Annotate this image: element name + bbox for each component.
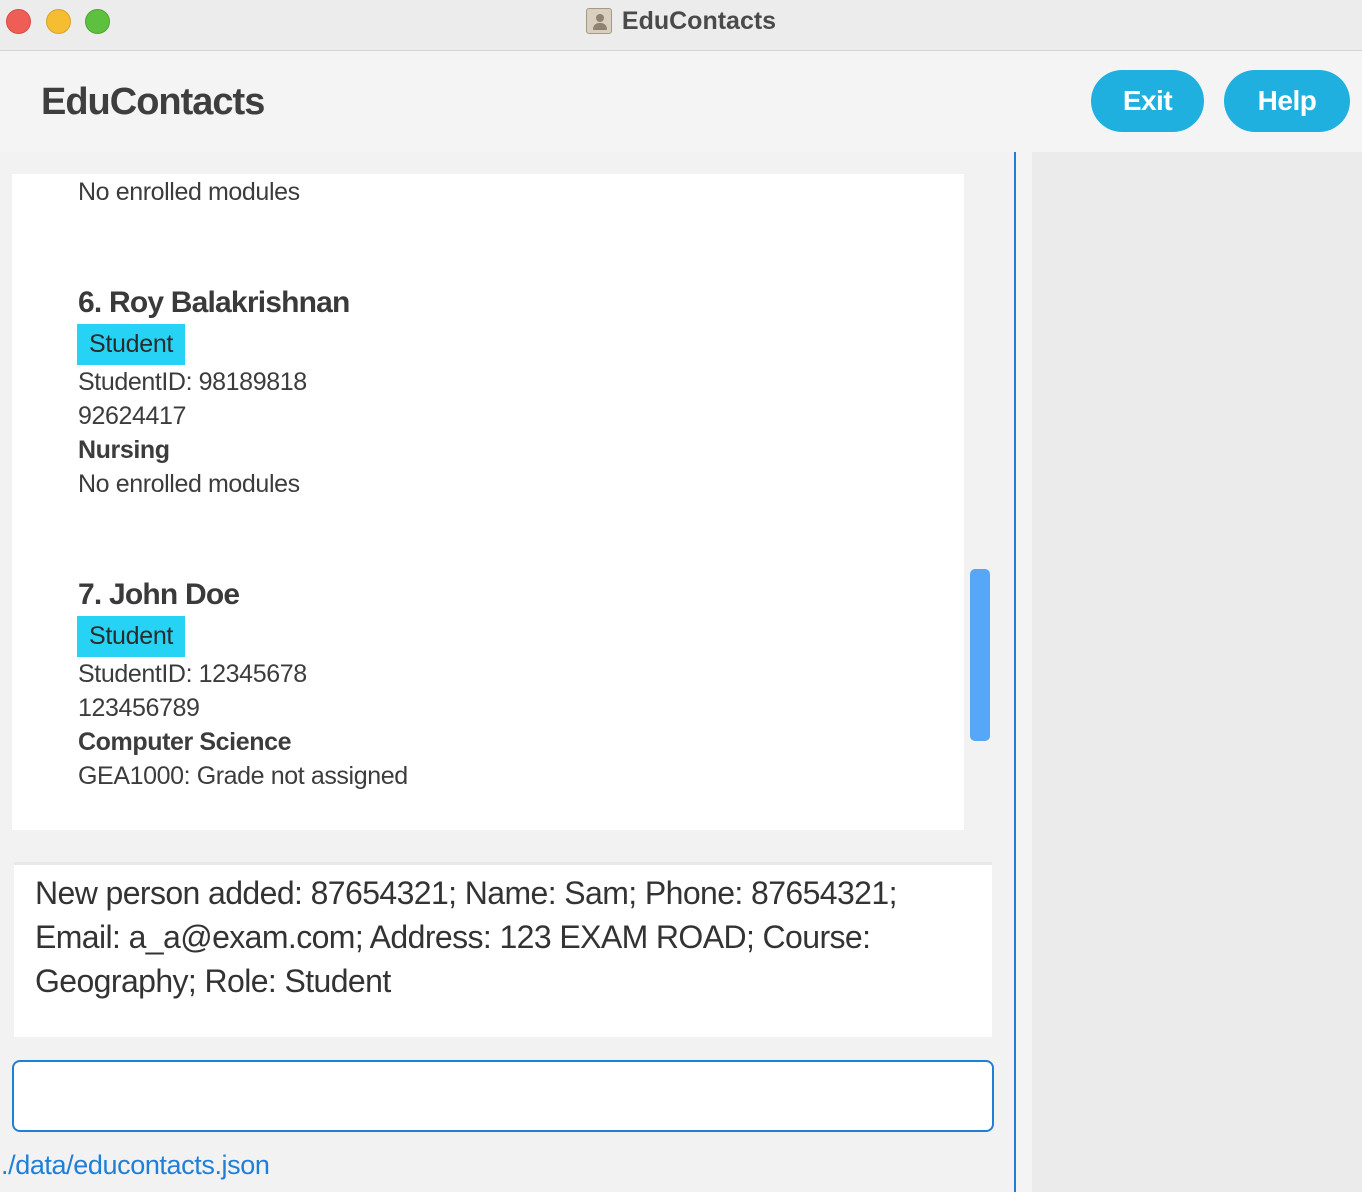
role-tag: Student xyxy=(77,324,186,365)
person-modules: No enrolled modules xyxy=(78,470,300,498)
result-display: New person added: 87654321; Name: Sam; P… xyxy=(14,862,992,1037)
window-title-area: EduContacts xyxy=(0,0,1362,42)
title-bar: EduContacts xyxy=(0,0,1362,51)
app-title: EduContacts xyxy=(41,81,265,123)
right-panel xyxy=(1016,152,1362,1192)
person-list-scrollbar[interactable] xyxy=(970,569,990,741)
person-phone: 123456789 xyxy=(78,694,200,722)
status-bar-file-path: ./data/educontacts.json xyxy=(1,1150,270,1180)
person-course: Computer Science xyxy=(78,728,292,756)
window-title: EduContacts xyxy=(621,6,777,35)
person-list[interactable]: No enrolled modules 6. Roy Balakrishnan … xyxy=(12,174,964,830)
role-tag: Student xyxy=(77,616,186,657)
person-student-id: StudentID: 12345678 xyxy=(78,660,307,688)
person-modules: No enrolled modules xyxy=(78,178,300,206)
person-phone: 92624417 xyxy=(78,402,187,430)
command-input[interactable] xyxy=(12,1060,994,1132)
result-message: New person added: 87654321; Name: Sam; P… xyxy=(35,875,897,999)
main-panel: No enrolled modules 6. Roy Balakrishnan … xyxy=(0,152,1014,1192)
person-name: 6. Roy Balakrishnan xyxy=(78,286,350,319)
exit-button[interactable]: Exit xyxy=(1091,70,1204,132)
app-header: EduContacts Exit Help xyxy=(0,51,1362,152)
contacts-book-icon xyxy=(585,8,612,34)
person-modules: GEA1000: Grade not assigned xyxy=(78,762,408,790)
person-name: 7. John Doe xyxy=(78,578,240,611)
help-button[interactable]: Help xyxy=(1224,70,1350,132)
person-student-id: StudentID: 98189818 xyxy=(78,368,307,396)
person-course: Nursing xyxy=(78,436,170,464)
detail-pane xyxy=(1032,152,1362,1192)
